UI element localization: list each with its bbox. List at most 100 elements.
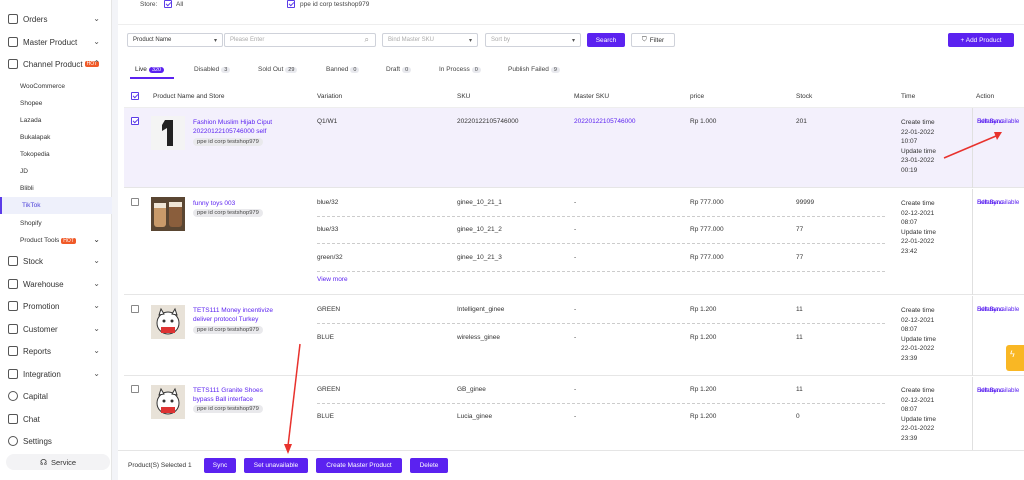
row-checkbox[interactable] — [131, 385, 139, 393]
time-cell: Create time 22-01-2022 10:07 Update time 23… — [901, 118, 947, 175]
variation-cell: GREEN — [317, 306, 341, 313]
add-product-button[interactable]: + Add Product — [948, 33, 1014, 47]
master-sku-value: Bind Master SKU — [388, 37, 435, 43]
sidebar-item-label: Settings — [23, 436, 52, 446]
product-name[interactable]: Fashion Muslim Hijab Ciput 2022012210574… — [193, 118, 285, 136]
headset-icon: ☊ — [39, 457, 48, 467]
sidebar-item-tokopedia[interactable]: Tokopedia — [0, 146, 112, 163]
sidebar-item-label: Capital — [23, 391, 48, 401]
table-header: Product Name and Store Variation SKU Mas… — [124, 86, 1024, 108]
sidebar-item-reports[interactable]: Reports ⌄ — [0, 341, 112, 361]
sidebar-item-shopify[interactable]: Shopify — [0, 215, 112, 232]
sidebar-item-lazada[interactable]: Lazada — [0, 112, 112, 129]
store-all-checkbox[interactable] — [164, 0, 172, 8]
sidebar-item-label: Channel Product — [23, 59, 83, 69]
delete-link[interactable]: Delete — [977, 197, 995, 208]
delete-link[interactable]: Delete — [977, 304, 995, 315]
sidebar-item-label: JD — [20, 168, 28, 175]
create-time: 22-01-2022 10:07 — [901, 128, 935, 146]
sidebar-item-woocommerce[interactable]: WooCommerce — [0, 78, 112, 95]
tab-disabled[interactable]: Disabled 3 — [194, 66, 231, 73]
caret-down-icon: ▾ — [468, 37, 472, 44]
price-cell: Rp 777.000 — [690, 226, 724, 233]
tab-live[interactable]: Live 320 — [135, 66, 165, 73]
sidebar-item-warehouse[interactable]: Warehouse ⌄ — [0, 274, 112, 294]
update-label: Update time — [901, 228, 937, 236]
divider — [317, 243, 885, 244]
sidebar-item-blibli[interactable]: Blibli — [0, 180, 112, 197]
sidebar-item-settings[interactable]: Settings — [0, 431, 112, 451]
master-sku-link[interactable]: 20220122105746000 — [574, 118, 635, 125]
tab-count: 9 — [550, 67, 560, 73]
row-checkbox[interactable] — [131, 198, 139, 206]
tab-banned[interactable]: Banned 0 — [326, 66, 360, 73]
tab-sold-out[interactable]: Sold Out 29 — [258, 66, 298, 73]
sidebar-item-chat[interactable]: Chat — [0, 409, 112, 429]
price-cell: Rp 1.200 — [690, 334, 717, 341]
stock-cell: 0 — [796, 413, 800, 420]
master-sku-select[interactable]: Bind Master SKU ▾ — [382, 33, 478, 47]
tab-count: 0 — [471, 67, 481, 73]
delete-link[interactable]: Delete — [977, 116, 995, 127]
sidebar-item-label: Master Product — [23, 37, 78, 47]
view-more-link[interactable]: View more — [317, 276, 348, 283]
dollar-icon — [8, 391, 18, 401]
sidebar-item-product-tools[interactable]: Product Tools HOT ⌄ — [0, 232, 112, 249]
selected-count: Product(S) Selected 1 — [128, 462, 192, 469]
sync-button[interactable]: Sync — [204, 458, 236, 473]
tab-count: 0 — [402, 67, 412, 73]
row-checkbox[interactable] — [131, 117, 139, 125]
set-unavailable-button[interactable]: Set unavailable — [244, 458, 308, 473]
sidebar-item-promotion[interactable]: Promotion ⌄ — [0, 296, 112, 316]
product-image — [151, 305, 185, 339]
caret-down-icon: ▾ — [571, 37, 575, 44]
sku-cell: Intelligent_ginee — [457, 306, 505, 313]
row-checkbox[interactable] — [131, 305, 139, 313]
select-all-checkbox[interactable] — [131, 92, 139, 100]
product-name[interactable]: TETS111 Granite Shoes bypass Ball interf… — [193, 386, 285, 404]
product-name[interactable]: funny toys 003 — [193, 199, 285, 208]
action-cell: Edit Sync Set unavailable Delete — [972, 108, 1024, 188]
floating-helper-widget[interactable]: ϟ — [1006, 345, 1024, 371]
product-image — [151, 385, 185, 419]
field-select[interactable]: Product Name ▾ — [127, 33, 223, 47]
delete-link[interactable]: Delete — [977, 385, 995, 396]
sidebar-item-shopee[interactable]: Shopee — [0, 95, 112, 112]
search-input[interactable]: Please Enter ⌕ — [224, 33, 376, 47]
sidebar-item-label: Integration — [23, 369, 61, 379]
sidebar-item-tiktok[interactable]: TikTok — [0, 197, 112, 214]
chevron-down-icon: ⌄ — [93, 37, 100, 46]
product-name[interactable]: TETS111 Money incentivize deliver protoc… — [193, 306, 285, 324]
create-time: 02-12-2021 08:07 — [901, 396, 935, 414]
sidebar-item-customer[interactable]: Customer ⌄ — [0, 319, 112, 339]
service-button[interactable]: ☊ Service — [6, 454, 110, 470]
sidebar-item-capital[interactable]: Capital — [0, 386, 112, 406]
variation-cell: blue/33 — [317, 226, 339, 233]
search-icon: ⌕ — [364, 35, 369, 44]
sidebar-item-label: Tokopedia — [20, 151, 50, 158]
filter-label: Filter — [649, 36, 665, 44]
filter-button[interactable]: ⛉ Filter — [631, 33, 675, 47]
hot-badge: HOT — [61, 237, 76, 244]
sidebar-item-master-product[interactable]: Master Product ⌄ — [0, 32, 112, 52]
create-time: 02-12-2021 08:07 — [901, 209, 935, 227]
sidebar-item-integration[interactable]: Integration ⌄ — [0, 364, 112, 384]
sidebar-item-orders[interactable]: Orders ⌄ — [0, 9, 112, 29]
create-master-product-button[interactable]: Create Master Product — [316, 458, 402, 473]
sidebar-item-label: Customer — [23, 324, 58, 334]
sidebar-item-jd[interactable]: JD — [0, 163, 112, 180]
store-shop-checkbox[interactable] — [287, 0, 295, 8]
delete-button[interactable]: Delete — [410, 458, 448, 473]
chevron-down-icon: ⌄ — [93, 301, 100, 310]
col-variation: Variation — [317, 93, 343, 100]
sort-select[interactable]: Sort by ▾ — [485, 33, 581, 47]
col-time: Time — [901, 93, 916, 100]
tab-publish-failed[interactable]: Publish Failed 9 — [508, 66, 560, 73]
sidebar-item-channel-product[interactable]: Channel Product HOT ⌃ — [0, 54, 112, 74]
sidebar-item-bukalapak[interactable]: Bukalapak — [0, 129, 112, 146]
sidebar-item-stock[interactable]: Stock ⌄ — [0, 251, 112, 271]
search-button[interactable]: Search — [587, 33, 625, 47]
product-thumbnail — [151, 385, 185, 419]
tab-in-process[interactable]: In Process 0 — [439, 66, 481, 73]
tab-draft[interactable]: Draft 0 — [386, 66, 412, 73]
